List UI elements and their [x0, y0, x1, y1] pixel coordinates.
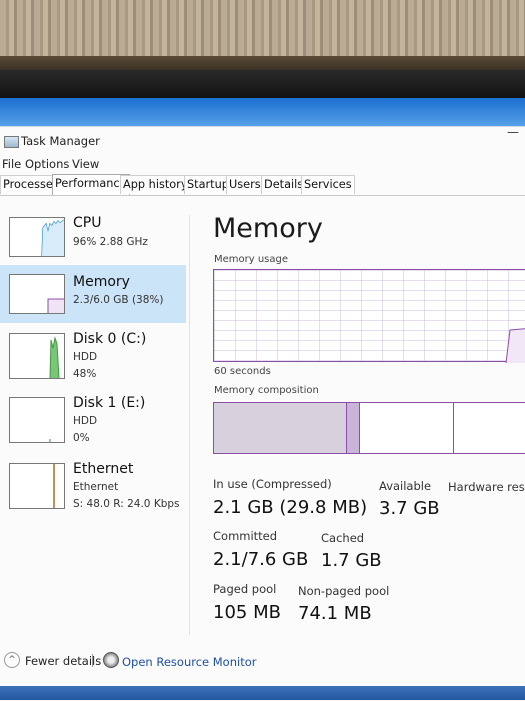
menu-options[interactable]: Options: [25, 157, 69, 171]
sidebar-item-name: Memory: [73, 274, 130, 290]
in-use-segment: [214, 403, 347, 453]
resource-monitor-icon[interactable]: [103, 652, 119, 668]
sidebar-item-detail: 48%: [73, 368, 97, 380]
paged-pool-label: Paged pool: [213, 582, 277, 596]
sidebar-item-type: HDD: [73, 351, 98, 363]
sidebar-item-ethernet[interactable]: Ethernet Ethernet S: 48.0 R: 24.0 Kbps: [0, 455, 186, 513]
sidebar-item-type: HDD: [73, 415, 98, 427]
tab-details[interactable]: Details: [261, 175, 307, 194]
ethernet-thumbnail-graph: [9, 463, 65, 509]
memory-composition-bar: [213, 402, 525, 454]
open-resource-monitor-link[interactable]: Open Resource Monitor: [122, 655, 256, 669]
task-manager-icon: [4, 136, 19, 148]
memory-detail-panel: Memory Memory usage 60 seconds Memory co…: [210, 209, 525, 639]
desktop-background: [0, 98, 525, 128]
free-segment: [454, 403, 525, 453]
committed-label: Committed: [213, 529, 278, 543]
background-wall: [0, 0, 525, 78]
sidebar-item-name: Disk 0 (C:): [73, 331, 147, 347]
tab-services[interactable]: Services: [301, 175, 355, 194]
sidebar-divider: [189, 215, 190, 635]
memory-usage-label: Memory usage: [214, 254, 289, 265]
memory-composition-label: Memory composition: [214, 385, 319, 396]
committed-value: 2.1/7.6 GB: [213, 549, 309, 570]
non-paged-pool-value: 74.1 MB: [298, 603, 372, 624]
footer-divider: [92, 654, 93, 667]
available-value: 3.7 GB: [379, 498, 440, 519]
tab-app-history[interactable]: App history: [120, 175, 191, 194]
modified-segment: [347, 403, 360, 453]
memory-thumbnail-graph: [9, 274, 65, 314]
tab-bar: Processes Performance App history Startu…: [0, 174, 525, 196]
sidebar-item-name: CPU: [73, 215, 102, 231]
sidebar-item-detail: 0%: [73, 432, 90, 444]
sidebar-item-name: Disk 1 (E:): [73, 395, 146, 411]
menu-file[interactable]: File: [2, 157, 21, 171]
taskbar: [0, 686, 525, 700]
standby-segment: [360, 403, 454, 453]
fewer-details-link[interactable]: Fewer details: [25, 654, 101, 668]
hardware-reserved-label: Hardware rese: [448, 480, 525, 494]
cached-value: 1.7 GB: [321, 550, 382, 571]
available-label: Available: [379, 479, 432, 493]
sidebar-item-cpu[interactable]: CPU 96% 2.88 GHz: [0, 209, 186, 267]
sidebar-item-detail: S: 48.0 R: 24.0 Kbps: [73, 498, 180, 510]
tab-performance[interactable]: Performance: [52, 174, 130, 195]
sidebar-item-detail: 96% 2.88 GHz: [73, 236, 148, 248]
cached-label: Cached: [321, 531, 365, 545]
disk1-thumbnail-graph: [9, 397, 65, 443]
menu-view[interactable]: View: [72, 157, 99, 171]
window-title: Task Manager: [21, 134, 100, 148]
footer-bar: ^ Fewer details Open Resource Monitor: [0, 651, 525, 681]
cpu-thumbnail-graph: [9, 217, 65, 257]
chevron-up-icon[interactable]: ^: [4, 652, 20, 668]
tab-users[interactable]: Users: [226, 175, 264, 194]
time-span-label: 60 seconds: [214, 366, 271, 377]
tab-startup[interactable]: Startup: [184, 175, 232, 194]
task-manager-window: Task Manager — File Options View Process…: [0, 125, 525, 701]
page-title: Memory: [213, 213, 323, 244]
sidebar-item-detail: 2.3/6.0 GB (38%): [73, 294, 164, 306]
non-paged-pool-label: Non-paged pool: [298, 584, 390, 598]
resource-sidebar: CPU 96% 2.88 GHz Memory 2.3/6.0 GB (38%)…: [0, 209, 188, 629]
sidebar-item-disk-0[interactable]: Disk 0 (C:) HDD 48%: [0, 325, 186, 383]
memory-usage-graph: [213, 269, 525, 363]
minimize-icon[interactable]: —: [507, 125, 519, 139]
in-use-label: In use (Compressed): [213, 477, 332, 491]
sidebar-item-type: Ethernet: [73, 481, 119, 493]
paged-pool-value: 105 MB: [213, 602, 281, 623]
sidebar-item-memory[interactable]: Memory 2.3/6.0 GB (38%): [0, 265, 186, 323]
sidebar-item-name: Ethernet: [73, 461, 134, 477]
disk0-thumbnail-graph: [9, 333, 65, 379]
title-bar: Task Manager —: [0, 125, 525, 151]
monitor-bezel: [0, 70, 525, 100]
in-use-value: 2.1 GB (29.8 MB): [213, 497, 368, 518]
sidebar-item-disk-1[interactable]: Disk 1 (E:) HDD 0%: [0, 389, 186, 447]
